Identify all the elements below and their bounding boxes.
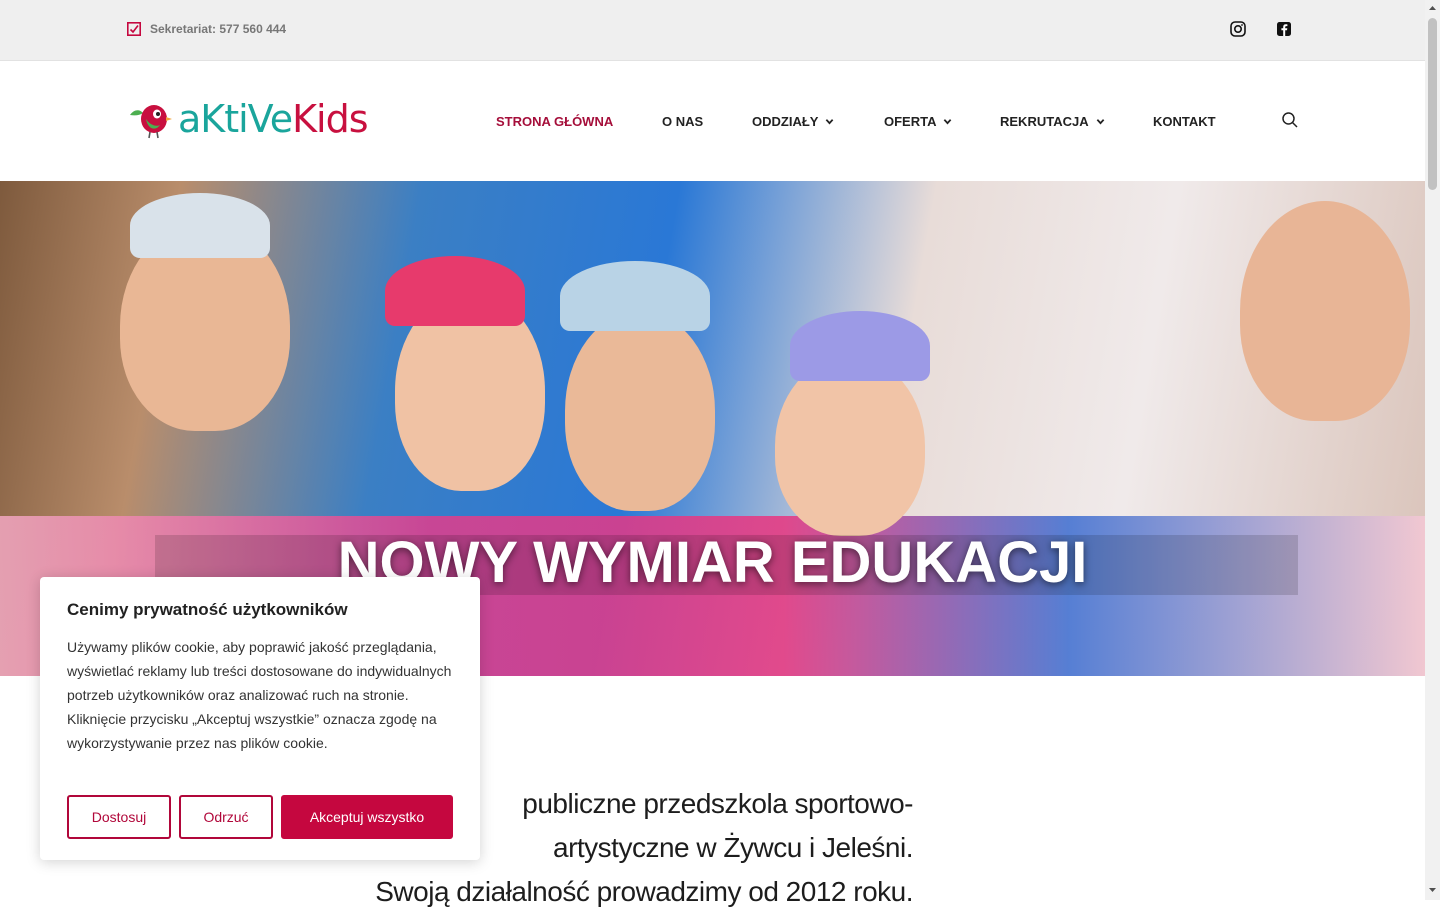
bird-logo-icon	[130, 105, 172, 139]
cookie-consent-dialog: Cenimy prywatność użytkowników Używamy p…	[40, 577, 480, 860]
nav-item-about[interactable]: O NAS	[662, 112, 703, 130]
facebook-icon[interactable]	[1275, 20, 1293, 38]
top-bar: Sekretariat: 577 560 444	[0, 0, 1425, 61]
nav-item-label: O NAS	[662, 113, 704, 129]
scrollbar-thumb[interactable]	[1428, 18, 1437, 190]
logo-wordmark: aKtiVeKids	[178, 97, 369, 141]
hero-photo-child	[565, 311, 715, 511]
nav-item-label: ODDZIAŁY	[752, 113, 819, 129]
nav-item-offer[interactable]: OFERTA	[884, 112, 952, 130]
secretariat-contact: Sekretariat: 577 560 444	[127, 20, 286, 38]
chevron-down-icon	[826, 118, 834, 124]
instagram-icon[interactable]	[1229, 20, 1247, 38]
edit-square-icon	[127, 22, 141, 36]
logo-text-kids: Kids	[292, 97, 368, 141]
scroll-up-arrow-icon[interactable]	[1428, 4, 1437, 12]
site-header: aKtiVeKids STRONA GŁÓWNA O NAS ODDZIAŁY …	[0, 61, 1425, 181]
search-icon[interactable]	[1281, 111, 1299, 129]
site-logo[interactable]: aKtiVeKids	[128, 94, 369, 144]
hero-photo-white-cap	[130, 193, 270, 258]
nav-item-home[interactable]: STRONA GŁÓWNA	[496, 112, 613, 130]
nav-item-contact[interactable]: KONTAKT	[1153, 112, 1216, 130]
scroll-down-arrow-icon[interactable]	[1428, 886, 1437, 894]
reject-button[interactable]: Odrzuć	[179, 795, 273, 839]
hero-photo-tiedye-cap	[560, 261, 710, 331]
cookie-consent-text: Używamy plików cookie, aby poprawić jako…	[67, 639, 452, 751]
nav-item-recruitment[interactable]: REKRUTACJA	[1000, 112, 1105, 130]
hero-photo-child	[1240, 201, 1410, 421]
nav-item-label: REKRUTACJA	[1000, 113, 1089, 129]
hero-photo-purple-cap	[790, 311, 930, 381]
nav-item-label: KONTAKT	[1153, 113, 1216, 129]
chevron-down-icon	[1096, 118, 1104, 124]
secretariat-phone-text: Sekretariat: 577 560 444	[150, 22, 287, 36]
nav-item-label: STRONA GŁÓWNA	[496, 113, 614, 129]
hero-photo-child	[775, 356, 925, 536]
nav-item-label: OFERTA	[884, 113, 937, 129]
cookie-consent-title: Cenimy prywatność użytkowników	[67, 600, 348, 619]
logo-text-active: aKtiVe	[178, 97, 293, 141]
accept-all-button[interactable]: Akceptuj wszystko	[281, 795, 453, 839]
page-scrollbar[interactable]	[1425, 0, 1440, 900]
intro-line: Swoją działalność prowadzimy od 2012 rok…	[375, 876, 913, 907]
hero-photo-pink-cap	[385, 256, 525, 326]
customize-button[interactable]: Dostosuj	[67, 795, 171, 839]
chevron-down-icon	[944, 118, 952, 124]
nav-item-branches[interactable]: ODDZIAŁY	[752, 112, 834, 130]
